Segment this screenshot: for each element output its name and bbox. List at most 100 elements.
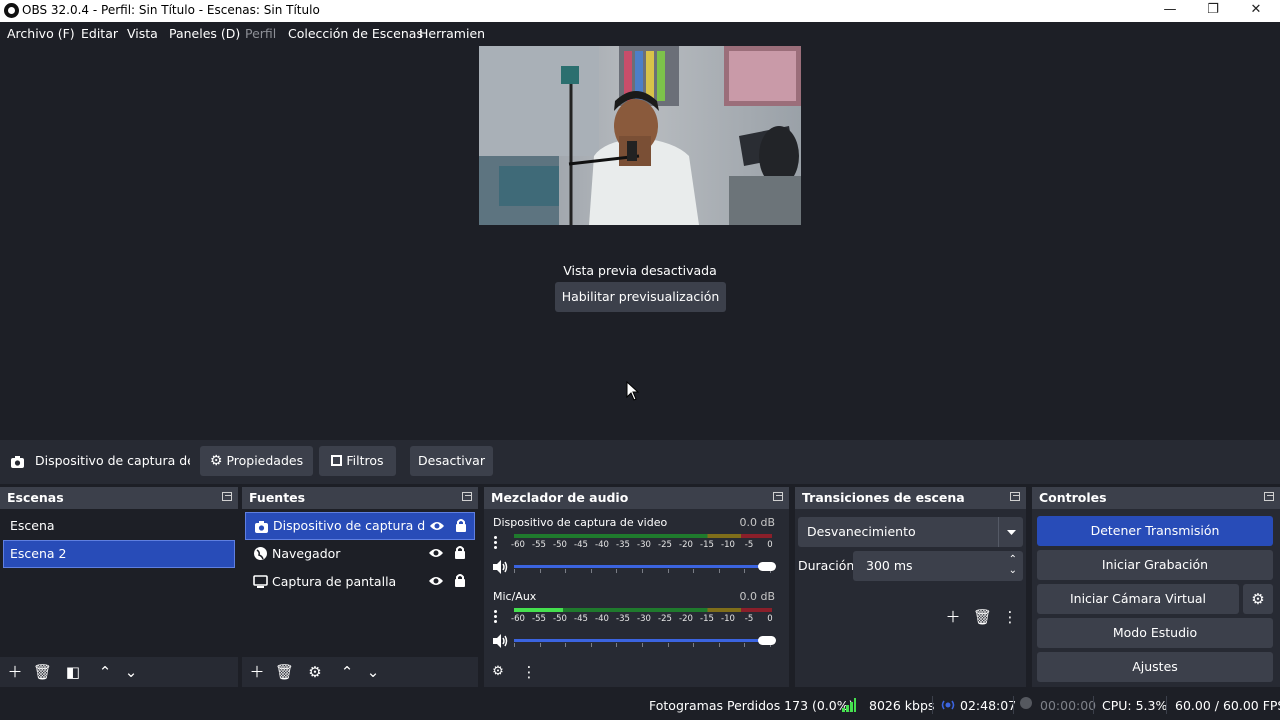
add-icon[interactable]: ＋ — [248, 663, 266, 681]
lock-icon[interactable] — [455, 518, 467, 532]
add-icon[interactable]: ＋ — [944, 608, 962, 626]
gear-icon: ⚙ — [209, 453, 223, 469]
meter-tick-label: -5 — [744, 540, 754, 550]
gear-icon[interactable]: ⚙ — [306, 663, 324, 681]
duration-value: 300 ms — [866, 558, 913, 573]
preview-area: Vista previa desactivada Habilitar previ… — [0, 46, 1280, 440]
add-icon[interactable]: ＋ — [6, 663, 24, 681]
slider-tick — [693, 569, 695, 573]
volume-slider[interactable] — [514, 565, 771, 573]
trash-icon[interactable]: 🗑︎ — [973, 608, 992, 626]
source-context-bar: Dispositivo de captura de v ⚙ Propiedade… — [0, 440, 1280, 484]
meter-tick-label: -50 — [553, 614, 567, 624]
trash-icon[interactable]: 🗑︎ — [33, 663, 52, 681]
undock-icon[interactable] — [222, 492, 232, 501]
settings-button[interactable]: Ajustes — [1037, 652, 1273, 682]
duration-spinbox[interactable]: 300 ms ⌃ ⌄ — [853, 551, 1023, 581]
undock-icon[interactable] — [1264, 492, 1274, 501]
volume-slider[interactable] — [514, 639, 771, 647]
menu-perfil[interactable]: Perfil — [245, 26, 276, 41]
lock-icon[interactable] — [454, 573, 466, 587]
chevron-up-icon[interactable]: ⌃ — [338, 663, 356, 681]
eye-icon[interactable] — [429, 520, 445, 532]
slider-tick — [718, 643, 720, 647]
mixer-channel-name: Dispositivo de captura de video — [493, 516, 668, 529]
fps-counter: 60.00 / 60.00 FPS — [1175, 698, 1280, 713]
menu-coleccion-escenas[interactable]: Colección de Escenas — [288, 26, 423, 41]
source-label: Captura de pantalla — [272, 574, 397, 589]
slider-tick — [667, 569, 669, 573]
slider-tick — [514, 569, 515, 573]
volume-meter — [514, 608, 772, 612]
obs-logo-icon — [4, 3, 19, 18]
meter-tick-label: -15 — [700, 614, 714, 624]
transition-select[interactable]: Desvanecimiento — [798, 517, 1023, 547]
undock-icon[interactable] — [1010, 492, 1020, 501]
source-item-capture[interactable]: Dispositivo de captura de v — [245, 512, 475, 540]
audio-mixer-dock: Mezclador de audio Dispositivo de captur… — [484, 487, 789, 687]
eye-icon[interactable] — [428, 575, 444, 587]
source-item-browser[interactable]: Navegador — [245, 540, 475, 568]
menu-vista[interactable]: Vista — [127, 26, 158, 41]
scene-item[interactable]: Escena — [3, 512, 235, 540]
camera-icon — [11, 456, 24, 468]
speaker-icon[interactable] — [492, 634, 509, 648]
chevron-down-icon[interactable]: ⌄ — [364, 663, 382, 681]
chevron-up-icon[interactable]: ⌃ — [96, 663, 114, 681]
minimize-button[interactable]: — — [1155, 2, 1185, 20]
studio-mode-button[interactable]: Modo Estudio — [1037, 618, 1273, 648]
volume-slider-thumb[interactable] — [758, 562, 776, 571]
filter-icon[interactable]: ◧ — [64, 663, 82, 681]
meter-tick-label: -25 — [658, 614, 672, 624]
sources-dock: Fuentes Dispositivo de captura de v Nave… — [242, 487, 478, 687]
maximize-button[interactable]: ❐ — [1198, 2, 1228, 20]
virtual-camera-settings-gear-icon[interactable]: ⚙ — [1243, 584, 1273, 614]
volume-slider-thumb[interactable] — [758, 636, 776, 645]
slider-tick — [539, 643, 541, 647]
camera-icon — [255, 521, 268, 533]
undock-icon[interactable] — [462, 492, 472, 501]
meter-tick-label: -30 — [637, 540, 651, 550]
properties-button[interactable]: ⚙ Propiedades — [200, 446, 313, 476]
menu-editar[interactable]: Editar — [81, 26, 118, 41]
mouse-cursor-icon — [626, 380, 640, 405]
slider-tick — [744, 569, 746, 573]
eye-icon[interactable] — [428, 547, 444, 559]
undock-icon[interactable] — [773, 492, 783, 501]
stop-streaming-button[interactable]: Detener Transmisión — [1037, 516, 1273, 546]
trash-icon[interactable]: 🗑︎ — [275, 663, 294, 681]
spin-arrows-icon[interactable]: ⌃ ⌄ — [1009, 554, 1017, 576]
deactivate-button[interactable]: Desactivar — [410, 446, 493, 476]
filters-button[interactable]: Filtros — [319, 446, 396, 476]
advanced-audio-gear-icon[interactable]: ⚙ — [489, 663, 507, 681]
more-options-icon[interactable]: ⋮ — [1001, 608, 1019, 626]
meter-tick-label: -60 — [511, 614, 525, 624]
start-virtual-camera-button[interactable]: Iniciar Cámara Virtual — [1037, 584, 1239, 614]
slider-tick — [514, 643, 515, 647]
scene-item-selected[interactable]: Escena 2 — [3, 540, 235, 568]
divider — [1093, 696, 1094, 714]
source-item-screen[interactable]: Captura de pantalla — [245, 568, 475, 596]
start-recording-button[interactable]: Iniciar Grabación — [1037, 550, 1273, 580]
speaker-icon[interactable] — [492, 560, 509, 574]
mixer-channel-db: 0.0 dB — [739, 516, 775, 529]
slider-tick — [667, 643, 669, 647]
menu-paneles[interactable]: Paneles (D) — [169, 26, 240, 41]
meter-tick-label: -50 — [553, 540, 567, 550]
dropped-frames: Fotogramas Perdidos 173 (0.0%) — [649, 698, 854, 713]
transition-select-value: Desvanecimiento — [807, 524, 916, 539]
enable-preview-button[interactable]: Habilitar previsualización — [555, 282, 726, 312]
more-options-icon[interactable] — [494, 536, 498, 550]
slider-tick — [616, 643, 618, 647]
meter-ticks: -60 -55 -50 -45 -40 -35 -30 -25 -20 -15 -10 -5 0 — [511, 614, 774, 626]
duration-label: Duración — [798, 558, 855, 573]
menu-archivo[interactable]: Archivo (F) — [7, 26, 75, 41]
more-options-icon[interactable]: ⋮ — [520, 663, 538, 681]
menu-herramientas[interactable]: Herramien — [419, 26, 485, 41]
status-bar: Fotogramas Perdidos 173 (0.0%) 8026 kbps… — [0, 690, 1280, 720]
lock-icon[interactable] — [454, 545, 466, 559]
chevron-down-icon[interactable]: ⌄ — [122, 663, 140, 681]
close-button[interactable]: ✕ — [1241, 2, 1271, 20]
more-options-icon[interactable] — [494, 610, 498, 624]
bitrate: 8026 kbps — [869, 698, 935, 713]
